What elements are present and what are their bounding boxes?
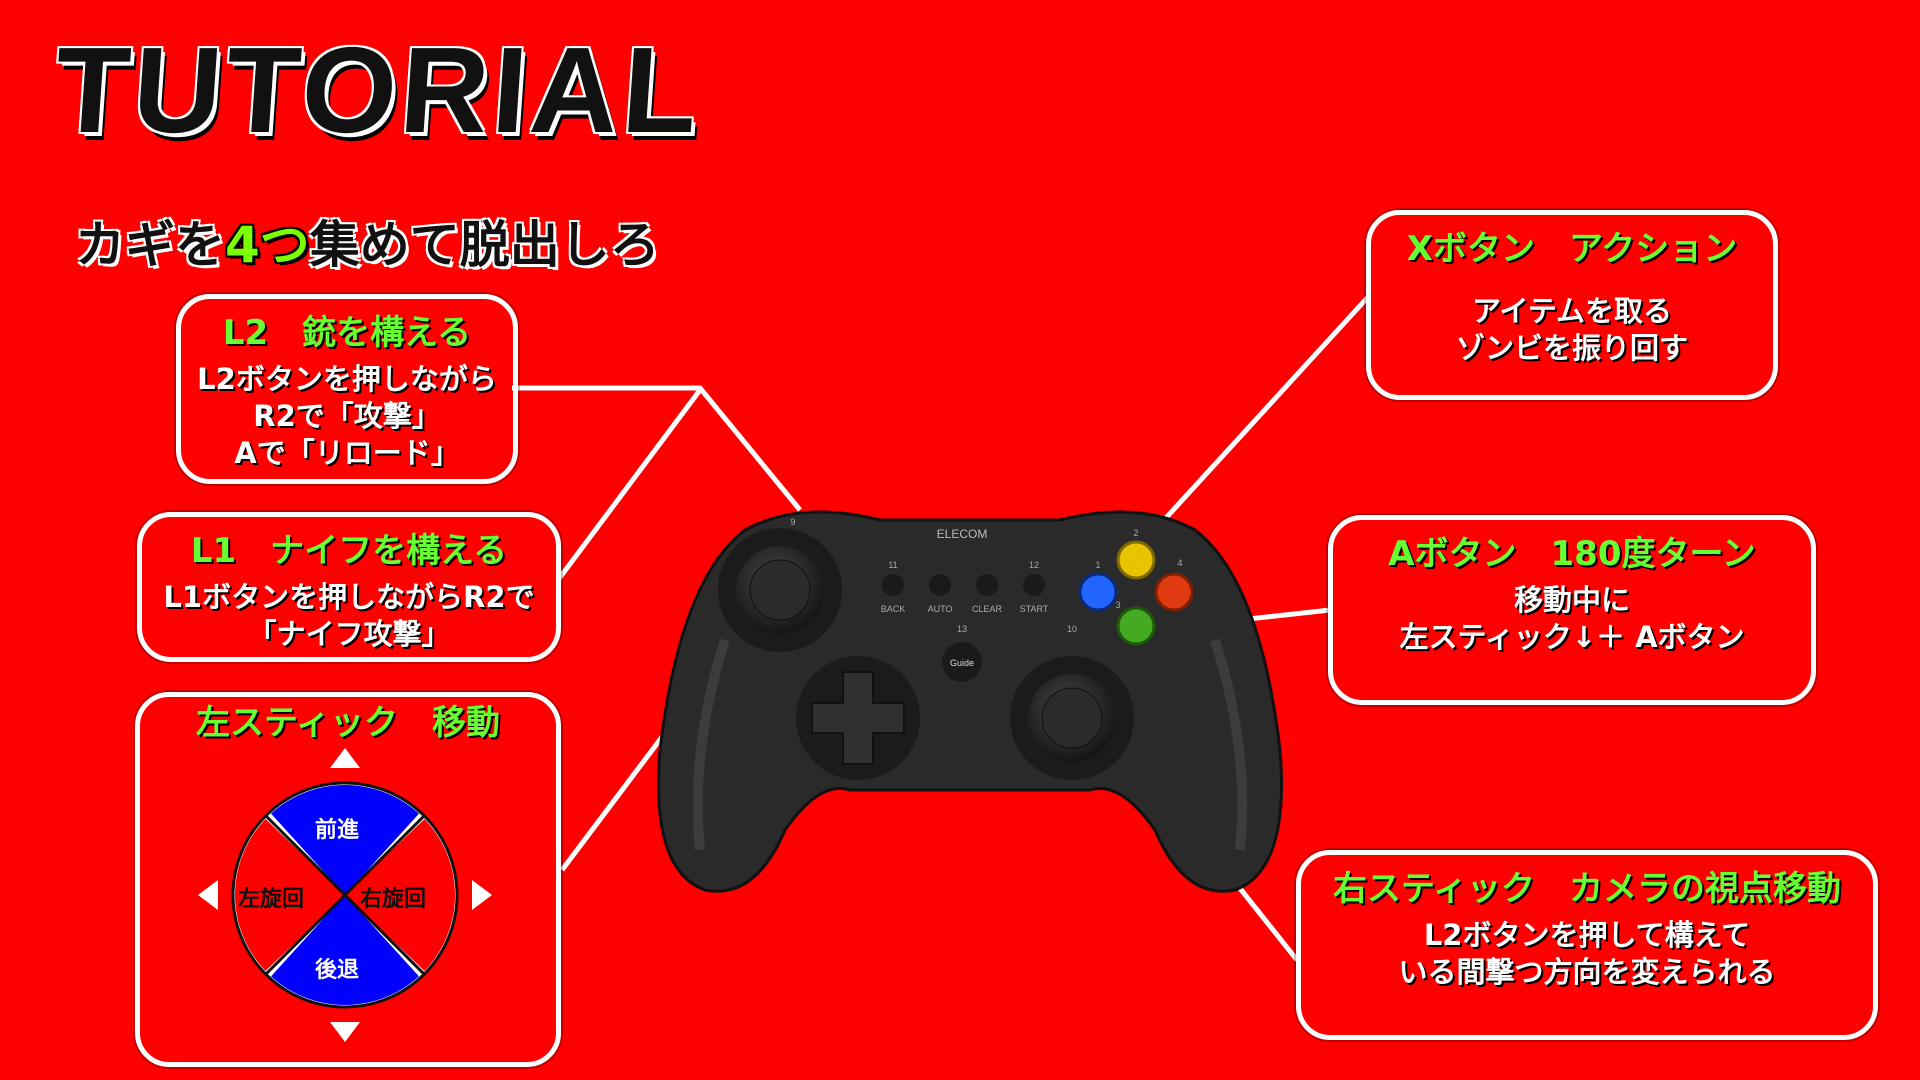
left-turn-label: 左旋回 <box>238 887 305 912</box>
back-label: 後退 <box>315 958 360 983</box>
button-2-yellow <box>1116 540 1156 580</box>
left-stick-heading: 左スティック 移動 <box>196 703 500 743</box>
a-info-box: Aボタン 180度ターン 移動中に 左スティック↓＋ Aボタン <box>1328 515 1816 705</box>
a-heading: Aボタン 180度ターン <box>1388 534 1756 574</box>
right-stick-heading: 右スティック カメラの視点移動 <box>1333 869 1841 909</box>
button-4-red <box>1154 572 1194 612</box>
down-arrow <box>330 1022 360 1042</box>
start-button <box>1023 574 1045 596</box>
l2-description: L2ボタンを押しながら R2で「攻撃」 Aで「リロード」 <box>197 362 497 470</box>
x-info-box: Xボタン アクション アイテムを取る ゾンビを振り回す <box>1366 210 1778 400</box>
right-turn-label: 右旋回 <box>360 887 427 912</box>
l1-info-box: L1 ナイフを構える L1ボタンを押しながらR2で 「ナイフ攻撃」 <box>137 512 561 662</box>
label-start: START <box>1020 604 1049 614</box>
back-button <box>882 574 904 596</box>
num-9: 9 <box>790 517 795 527</box>
gamepad-illustration: ELECOM BACK AUTO CLEAR START Guide 9 11 … <box>656 510 1284 893</box>
num-11: 11 <box>888 560 897 570</box>
stick-direction-diagram: 前進 後退 左旋回 右旋回 <box>190 740 500 1050</box>
controller-brand: ELECOM <box>937 527 988 541</box>
right-arrow <box>472 880 492 910</box>
a-description: 移動中に 左スティック↓＋ Aボタン <box>1399 583 1745 654</box>
l1-heading: L1 ナイフを構える <box>190 531 508 571</box>
objective-suffix: 集めて脱出しろ <box>309 216 660 274</box>
clear-button <box>976 574 998 596</box>
num-10: 10 <box>1067 624 1077 634</box>
right-stick-description: L2ボタンを押して構えて いる間撃つ方向を変えられる <box>1398 918 1776 989</box>
left-arrow <box>198 880 218 910</box>
button-1-blue <box>1078 572 1118 612</box>
forward-label: 前進 <box>315 818 360 843</box>
up-arrow <box>330 748 360 768</box>
l2-heading: L2 銃を構える <box>222 313 472 353</box>
x-description: アイテムを取る ゾンビを振り回す <box>1455 294 1688 365</box>
label-back: BACK <box>881 604 906 614</box>
page-title: TUTORIAL <box>50 22 707 158</box>
l2-info-box: L2 銃を構える L2ボタンを押しながら R2で「攻撃」 Aで「リロード」 <box>176 294 518 484</box>
label-clear: CLEAR <box>972 604 1003 614</box>
l1-description: L1ボタンを押しながらR2で 「ナイフ攻撃」 <box>163 580 535 651</box>
num-1: 1 <box>1095 560 1100 570</box>
num-13: 13 <box>957 624 967 634</box>
auto-button <box>929 574 951 596</box>
right-stick-info-box: 右スティック カメラの視点移動 L2ボタンを押して構えて いる間撃つ方向を変えら… <box>1296 850 1878 1040</box>
gamepad-image: ELECOM BACK AUTO CLEAR START Guide 9 11 … <box>650 490 1290 910</box>
num-12: 12 <box>1029 560 1039 570</box>
label-auto: AUTO <box>928 604 953 614</box>
button-3-green <box>1116 606 1156 646</box>
objective-count: 4つ <box>225 216 310 274</box>
objective-prefix: カギを <box>75 216 225 274</box>
x-heading: Xボタン アクション <box>1406 229 1738 269</box>
direction-dial <box>198 748 492 1042</box>
num-2: 2 <box>1133 528 1138 538</box>
objective-text: カギを4つ集めて脱出しろ <box>75 205 660 277</box>
label-guide: Guide <box>950 658 974 668</box>
num-3: 3 <box>1115 600 1120 610</box>
num-4: 4 <box>1177 558 1182 568</box>
